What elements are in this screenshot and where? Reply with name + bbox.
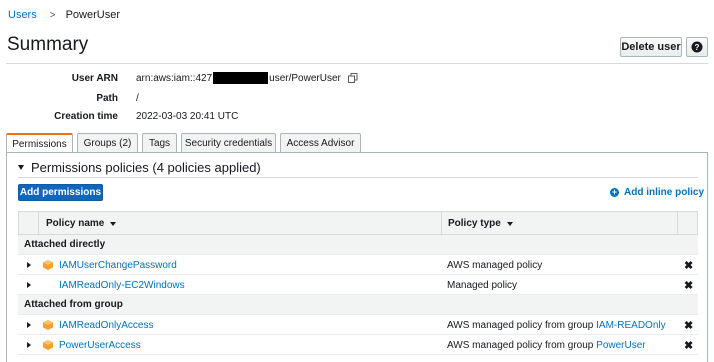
copy-icon[interactable] (347, 73, 358, 83)
breadcrumb-separator: > (49, 9, 56, 21)
policy-name-link[interactable]: PowerUserAccess (59, 340, 141, 351)
column-separator (38, 212, 39, 235)
user-arn-value: arn:aws:iam::427 user/PowerUser (136, 72, 358, 84)
expand-row-toggle[interactable] (27, 315, 31, 335)
column-separator (441, 212, 442, 235)
expand-row-toggle[interactable] (27, 335, 31, 355)
tab-bar: Permissions Groups (2) Tags Security cre… (6, 133, 365, 153)
policy-type-text: AWS managed policy from group (447, 319, 594, 331)
aws-managed-policy-icon (43, 320, 53, 330)
redacted-block (213, 72, 269, 84)
remove-policy-icon[interactable]: ✖ (684, 255, 693, 275)
table-row: IAMReadOnly-EC2Windows Managed policy ✖ (18, 275, 698, 295)
table-row: PowerUserAccess AWS managed policy from … (18, 335, 698, 355)
delete-user-button[interactable]: Delete user (620, 37, 682, 57)
plus-circle-icon: + (610, 187, 619, 197)
page-title: Summary (7, 34, 89, 55)
user-arn-prefix: arn:aws:iam::427 (136, 72, 213, 84)
group-attached-from-group: Attached from group (18, 295, 698, 315)
policy-name-link[interactable]: IAMReadOnlyAccess (59, 320, 153, 331)
caret-right-icon (27, 262, 31, 268)
caret-right-icon (27, 322, 31, 328)
breadcrumb-users-link[interactable]: Users (8, 9, 37, 21)
tab-permissions[interactable]: Permissions (6, 133, 73, 153)
policy-type: Managed policy (447, 279, 518, 291)
path-value: / (136, 93, 139, 104)
group-link[interactable]: PowerUser (596, 340, 645, 351)
breadcrumb: Users > PowerUser (8, 9, 120, 21)
user-arn-label: User ARN (71, 73, 118, 84)
policy-type-text: AWS managed policy from group (447, 339, 594, 351)
sort-caret-icon (110, 221, 117, 226)
column-policy-type-label: Policy type (448, 218, 501, 229)
caret-right-icon (27, 342, 31, 348)
policies-table: Policy name Policy type Attached directl… (18, 211, 698, 355)
permissions-policies-title: Permissions policies (4 policies applied… (31, 160, 261, 175)
user-arn-suffix: user/PowerUser (269, 72, 341, 84)
table-header: Policy name Policy type (18, 211, 698, 235)
creation-time-label: Creation time (54, 111, 118, 122)
tab-groups[interactable]: Groups (2) (77, 133, 138, 152)
caret-right-icon (27, 282, 31, 288)
policy-type: AWS managed policy from group PowerUser (447, 335, 646, 355)
expand-row-toggle[interactable] (27, 255, 31, 275)
tab-access-advisor[interactable]: Access Advisor (280, 133, 361, 152)
table-row: IAMReadOnlyAccess AWS managed policy fro… (18, 315, 698, 335)
table-row: IAMUserChangePassword AWS managed policy… (18, 255, 698, 275)
help-icon: ? (691, 41, 703, 53)
aws-managed-policy-icon (43, 260, 53, 270)
group-link[interactable]: IAM-READOnly (596, 320, 665, 331)
remove-policy-icon[interactable]: ✖ (684, 275, 693, 295)
breadcrumb-current: PowerUser (65, 9, 120, 21)
column-policy-type[interactable]: Policy type (448, 212, 513, 235)
permissions-policies-header[interactable]: Permissions policies (4 policies applied… (18, 160, 261, 175)
policy-name-link[interactable]: IAMUserChangePassword (59, 260, 177, 271)
policy-type: AWS managed policy from group IAM-READOn… (447, 315, 666, 335)
group-attached-directly: Attached directly (18, 235, 698, 255)
tab-tags[interactable]: Tags (142, 133, 177, 152)
column-policy-name[interactable]: Policy name (46, 212, 117, 235)
header-divider (6, 63, 708, 64)
remove-policy-icon[interactable]: ✖ (684, 335, 693, 355)
section-divider (18, 177, 698, 178)
add-inline-policy-label: Add inline policy (624, 187, 705, 198)
aws-managed-policy-icon (43, 340, 53, 350)
help-button[interactable]: ? (686, 37, 708, 57)
remove-policy-icon[interactable]: ✖ (684, 315, 693, 335)
policy-name-link[interactable]: IAMReadOnly-EC2Windows (59, 280, 185, 291)
add-inline-policy-link[interactable]: + Add inline policy (610, 187, 704, 198)
expand-row-toggle[interactable] (27, 275, 31, 295)
policy-type: AWS managed policy (447, 259, 543, 271)
caret-down-icon (18, 165, 24, 170)
path-label: Path (96, 93, 118, 104)
tab-security-credentials[interactable]: Security credentials (181, 133, 276, 152)
svg-text:?: ? (695, 43, 700, 52)
creation-time-value: 2022-03-03 20:41 UTC (136, 111, 239, 122)
column-policy-name-label: Policy name (46, 218, 105, 229)
add-permissions-button[interactable]: Add permissions (18, 184, 103, 201)
sort-caret-icon (506, 221, 513, 226)
column-separator (677, 212, 678, 235)
